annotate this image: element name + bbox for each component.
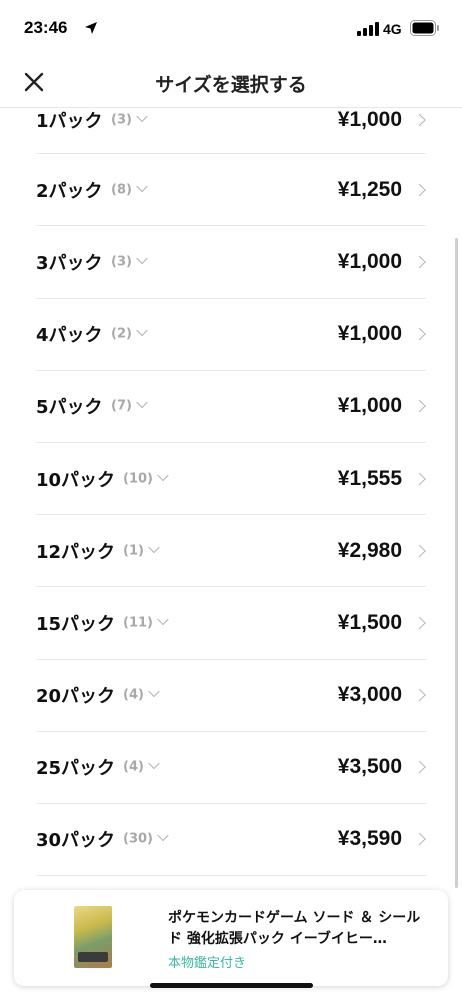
listing-count-text: (3) (111, 112, 132, 128)
size-price: ¥1,000 (337, 107, 402, 131)
size-row[interactable]: 4パック (2) ¥1,000 (36, 299, 426, 371)
size-row[interactable]: 12パック (1) ¥2,980 (36, 515, 426, 588)
status-bar: 23:46 4G (0, 0, 462, 60)
status-time: 23:46 (24, 18, 68, 37)
size-price: ¥1,500 (337, 610, 402, 634)
size-price: ¥2,980 (337, 538, 402, 562)
network-type: 4G (383, 21, 402, 37)
chevron-down-icon (136, 180, 148, 192)
size-row[interactable]: 1パック (3) ¥1,000 (36, 86, 426, 155)
listing-count-text: (7) (111, 398, 132, 414)
size-price: ¥1,000 (337, 394, 402, 418)
chevron-down-icon (148, 541, 160, 553)
listing-count[interactable]: (4) (123, 758, 160, 775)
size-price: ¥3,000 (337, 683, 402, 707)
size-label: 15パック (36, 613, 116, 635)
size-label: 3パック (36, 252, 103, 274)
authentication-label: 本物鑑定付き (168, 956, 247, 971)
size-list: 1パック (3) ¥1,000 2パック (8) ¥1,250 3パック (3) ¥1,000 4… (0, 86, 462, 877)
size-row[interactable]: 3パック (3) ¥1,000 (36, 226, 426, 299)
size-price: ¥3,590 (337, 827, 402, 851)
listing-count[interactable]: (11) (123, 613, 169, 631)
listing-count[interactable]: (7) (111, 397, 148, 414)
size-label: 12パック (36, 541, 116, 563)
size-label: 4パック (36, 325, 103, 347)
chevron-down-icon (148, 758, 160, 770)
chevron-down-icon (136, 324, 148, 337)
listing-count-text: (2) (111, 326, 132, 342)
size-label: 2パック (36, 180, 103, 202)
size-row[interactable]: 15パック (11) ¥1,500 (36, 587, 426, 660)
listing-count[interactable]: (4) (123, 685, 160, 703)
scrollbar[interactable] (455, 238, 458, 888)
signal-strength-icon (357, 22, 379, 36)
chevron-right-icon (413, 399, 426, 413)
chevron-right-icon (413, 255, 426, 269)
chevron-right-icon (413, 113, 426, 126)
size-label: 5パック (36, 397, 103, 419)
listing-count[interactable]: (30) (123, 830, 169, 847)
chevron-right-icon (413, 544, 426, 558)
listing-count-text: (30) (123, 831, 153, 847)
battery-icon (410, 20, 439, 36)
chevron-right-icon (413, 688, 426, 702)
chevron-down-icon (157, 469, 169, 481)
size-label: 1パック (36, 110, 103, 132)
size-price: ¥1,250 (337, 177, 402, 201)
size-label: 20パック (36, 686, 116, 708)
listing-count-text: (4) (123, 687, 144, 703)
product-card[interactable]: ポケモンカードゲーム ソード ＆ シールド 強化拡張パック イーブイヒー… 本物… (14, 890, 448, 986)
size-price: ¥1,000 (337, 322, 402, 346)
listing-count[interactable]: (10) (123, 469, 169, 487)
size-price: ¥3,500 (337, 755, 402, 779)
listing-count[interactable]: (3) (111, 252, 148, 270)
product-thumbnail (74, 906, 112, 968)
size-row[interactable]: 2パック (8) ¥1,250 (36, 154, 426, 227)
listing-count[interactable]: (2) (111, 324, 148, 342)
chevron-right-icon (413, 760, 426, 774)
home-indicator (150, 983, 313, 988)
listing-count[interactable]: (8) (111, 180, 148, 198)
chevron-down-icon (148, 685, 160, 698)
size-label: 30パック (36, 830, 116, 852)
product-name: ポケモンカードゲーム ソード ＆ シールド 強化拡張パック イーブイヒー… (168, 910, 421, 947)
size-row[interactable]: 20パック (4) ¥3,000 (36, 660, 426, 732)
size-price: ¥1,555 (337, 466, 402, 490)
chevron-right-icon (413, 616, 426, 630)
listing-count[interactable]: (3) (111, 110, 148, 128)
chevron-down-icon (136, 252, 148, 265)
size-label: 25パック (36, 758, 116, 780)
chevron-right-icon (413, 183, 426, 197)
size-row[interactable]: 30パック (30) ¥3,590 (36, 804, 426, 877)
listing-count[interactable]: (1) (123, 541, 160, 559)
listing-count-text: (4) (123, 759, 144, 775)
chevron-down-icon (157, 613, 169, 626)
chevron-right-icon (413, 472, 426, 485)
chevron-right-icon (413, 833, 426, 846)
chevron-down-icon (136, 397, 148, 409)
size-price: ¥1,000 (337, 249, 402, 273)
size-row[interactable]: 10パック (10) ¥1,555 (36, 443, 426, 516)
size-label: 10パック (36, 469, 116, 491)
chevron-down-icon (157, 830, 169, 842)
listing-count-text: (3) (111, 254, 132, 270)
size-row[interactable]: 25パック (4) ¥3,500 (36, 732, 426, 804)
chevron-down-icon (136, 110, 148, 122)
size-row[interactable]: 5パック (7) ¥1,000 (36, 371, 426, 443)
listing-count-text: (8) (111, 182, 132, 198)
chevron-right-icon (413, 327, 426, 341)
listing-count-text: (11) (123, 615, 153, 631)
listing-count-text: (1) (123, 543, 144, 559)
location-arrow-icon (85, 22, 97, 34)
listing-count-text: (10) (123, 471, 153, 487)
